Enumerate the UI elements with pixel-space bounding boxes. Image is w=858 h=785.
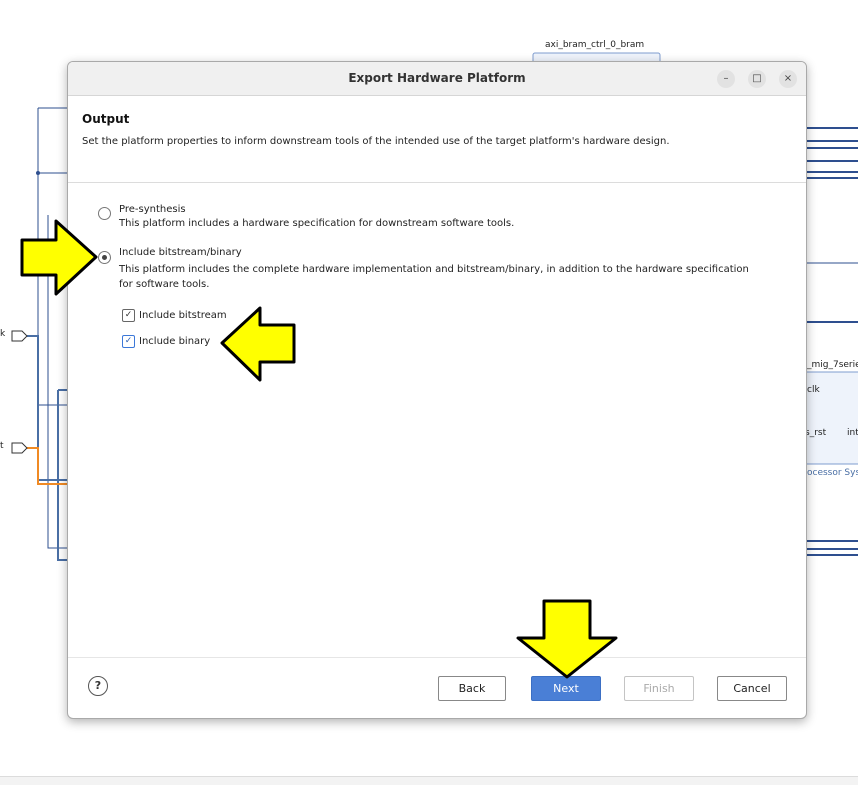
footer-divider	[68, 657, 806, 658]
help-icon[interactable]: ?	[88, 676, 108, 696]
close-button[interactable]: ×	[779, 70, 797, 88]
include-bitstream-label[interactable]: Include bitstream	[139, 309, 227, 322]
include-binary-checkbox[interactable]: ✓	[122, 335, 135, 348]
port-1-symbol	[11, 330, 28, 342]
export-hardware-platform-dialog: Export Hardware Platform – □ × Output Se…	[67, 61, 807, 719]
finish-button[interactable]: Finish	[624, 676, 694, 701]
left-port-1-label: k	[0, 329, 6, 339]
maximize-button[interactable]: □	[748, 70, 766, 88]
output-header: Output Set the platform properties to in…	[68, 96, 806, 183]
arrow-down-icon	[516, 599, 618, 679]
arrow-left-icon	[220, 306, 296, 382]
mig-pin-clk: clk	[807, 385, 820, 395]
dialog-title: Export Hardware Platform	[348, 71, 526, 85]
pre-synthesis-description: This platform includes a hardware specif…	[119, 218, 515, 229]
arrow-right-icon	[20, 219, 98, 296]
port-2-symbol	[11, 442, 28, 454]
section-title: Output	[82, 112, 130, 126]
mig-pin-rst: s_rst	[805, 428, 827, 438]
mig-block-footer: ocessor Sys	[807, 468, 858, 478]
cancel-button[interactable]: Cancel	[717, 676, 787, 701]
include-bitstream-binary-description-1: This platform includes the complete hard…	[119, 264, 749, 275]
include-bitstream-binary-description-2: for software tools.	[119, 279, 210, 290]
dialog-titlebar[interactable]: Export Hardware Platform – □ ×	[68, 62, 806, 96]
pre-synthesis-label[interactable]: Pre-synthesis	[119, 203, 186, 216]
include-bitstream-checkbox[interactable]: ✓	[122, 309, 135, 322]
back-button[interactable]: Back	[438, 676, 506, 701]
left-port-2-label: t	[0, 441, 4, 451]
bram-block-label: axi_bram_ctrl_0_bram	[545, 40, 645, 50]
mig-block-title: _mig_7serie	[807, 360, 858, 370]
include-bitstream-binary-label[interactable]: Include bitstream/binary	[119, 246, 242, 259]
section-description: Set the platform properties to inform do…	[82, 136, 670, 147]
include-binary-label[interactable]: Include binary	[139, 335, 210, 348]
minimize-button[interactable]: –	[717, 70, 735, 88]
mig-pin-int: int	[847, 428, 858, 438]
